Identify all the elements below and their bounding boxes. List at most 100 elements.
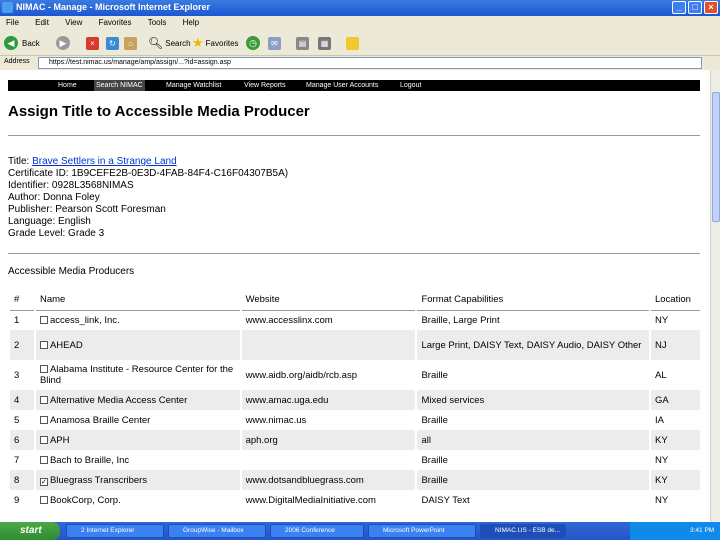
col-header-website: Website bbox=[239, 290, 417, 311]
menu-help[interactable]: Help bbox=[183, 16, 199, 30]
task-groupwise[interactable]: GroupWise - Mailbox bbox=[168, 524, 266, 538]
task-powerpoint[interactable]: Microsoft PowerPoint bbox=[368, 524, 476, 538]
print-button[interactable]: ▤ bbox=[296, 35, 309, 51]
favorites-button[interactable]: ★ Favorites bbox=[192, 35, 239, 51]
select-checkbox[interactable] bbox=[39, 340, 48, 349]
cell-num: 3 bbox=[8, 360, 35, 390]
menu-edit[interactable]: Edit bbox=[35, 16, 49, 30]
title-link[interactable]: Brave Settlers in a Strange Land bbox=[32, 156, 177, 167]
scrollbar-thumb[interactable] bbox=[712, 92, 720, 222]
address-label: Address bbox=[4, 58, 30, 65]
task-nimac[interactable]: NIMAC.US - ESB de... bbox=[480, 524, 566, 538]
minimize-button[interactable]: _ bbox=[672, 1, 686, 14]
cell-formats: Mixed services bbox=[415, 390, 650, 410]
table-row: 5 Anamosa Braille Center www.nimac.us Brail… bbox=[8, 410, 700, 430]
page-content: Home Search NIMAC Manage Watchlist View … bbox=[0, 70, 710, 522]
grade-level: Grade Level: Grade 3 bbox=[8, 228, 105, 239]
select-checkbox[interactable] bbox=[39, 365, 48, 373]
address-bar: Address https://test.nimac.us/manage/amp… bbox=[0, 56, 720, 70]
select-checkbox[interactable] bbox=[39, 315, 48, 324]
address-input[interactable]: https://test.nimac.us/manage/amp/assign/… bbox=[38, 57, 702, 69]
table-row: 3 Alabama Institute - Resource Center for… bbox=[8, 360, 700, 390]
cell-num: 6 bbox=[8, 430, 35, 450]
cell-num: 1 bbox=[8, 310, 35, 330]
cell-website: www.amac.uga.edu bbox=[239, 390, 417, 410]
col-header-num: # bbox=[8, 290, 35, 311]
nav-manage-watchlist[interactable]: Manage Watchlist bbox=[166, 80, 221, 91]
nav-view-reports[interactable]: View Reports bbox=[244, 80, 286, 91]
cell-location: NJ bbox=[648, 330, 700, 360]
divider bbox=[8, 253, 700, 254]
cell-location: AL bbox=[648, 360, 700, 390]
amp-name: Anamosa Braille Center bbox=[49, 414, 151, 426]
stop-button[interactable]: × bbox=[86, 35, 99, 51]
menu-favorites[interactable]: Favorites bbox=[99, 16, 132, 30]
select-checkbox[interactable] bbox=[39, 415, 48, 424]
home-button[interactable]: ⌂ bbox=[124, 35, 137, 51]
history-button[interactable]: ◷ bbox=[246, 35, 260, 51]
cell-location: NY bbox=[648, 310, 700, 330]
start-button[interactable]: start bbox=[0, 522, 60, 540]
edit-button[interactable]: ▦ bbox=[318, 35, 331, 51]
cell-website: www.aidb.org/aidb/rcb.asp bbox=[239, 360, 417, 390]
table-row: 8 ✓ Bluegrass Transcribers www.dotsandblueg… bbox=[8, 470, 700, 490]
amp-name: access_link, Inc. bbox=[49, 314, 120, 326]
select-checkbox[interactable] bbox=[39, 455, 48, 464]
nav-search-nimac[interactable]: Search NIMAC bbox=[94, 80, 145, 91]
close-button[interactable]: × bbox=[704, 1, 718, 14]
amp-name: Bach to Braille, Inc bbox=[49, 454, 130, 466]
stop-icon: × bbox=[86, 36, 99, 50]
cell-website: www.nimac.us bbox=[239, 410, 417, 430]
cell-name: Anamosa Braille Center bbox=[33, 410, 241, 430]
cell-num: 4 bbox=[8, 390, 35, 410]
maximize-button[interactable]: □ bbox=[688, 1, 702, 14]
folder-button[interactable] bbox=[346, 35, 359, 51]
cell-num: 9 bbox=[8, 490, 35, 510]
forward-button[interactable]: ▶ bbox=[56, 35, 70, 51]
amp-section-heading: Accessible Media Producers bbox=[8, 266, 135, 277]
search-button[interactable]: 🔍︎ Search bbox=[148, 35, 191, 51]
amp-name: Bluegrass Transcribers bbox=[49, 474, 148, 486]
nav-manage-user-accounts[interactable]: Manage User Accounts bbox=[306, 80, 378, 91]
title-line: Title: Brave Settlers in a Strange Land bbox=[8, 156, 177, 168]
select-checkbox[interactable]: ✓ bbox=[39, 477, 48, 486]
refresh-button[interactable]: ↻ bbox=[106, 35, 119, 51]
search-label: Search bbox=[165, 38, 191, 48]
system-tray: 3:41 PM bbox=[630, 522, 720, 540]
edit-icon: ▦ bbox=[318, 36, 331, 50]
cell-name: AHEAD bbox=[33, 330, 241, 360]
divider bbox=[8, 135, 700, 136]
task-conference[interactable]: 2006 Conference bbox=[270, 524, 364, 538]
cell-name: Alabama Institute - Resource Center for … bbox=[33, 360, 241, 390]
col-header-name: Name bbox=[33, 290, 241, 311]
cell-formats: Braille bbox=[415, 410, 650, 430]
amp-name: BookCorp, Corp. bbox=[49, 494, 121, 506]
address-url: https://test.nimac.us/manage/amp/assign/… bbox=[49, 59, 231, 66]
amp-name: AHEAD bbox=[49, 339, 83, 351]
refresh-icon: ↻ bbox=[106, 36, 119, 50]
back-arrow-icon: ◀ bbox=[4, 36, 18, 50]
menu-file[interactable]: File bbox=[6, 16, 19, 30]
select-checkbox[interactable] bbox=[39, 395, 48, 404]
cell-name: access_link, Inc. bbox=[33, 310, 241, 330]
col-header-location: Location bbox=[648, 290, 700, 311]
nav-home[interactable]: Home bbox=[58, 80, 77, 91]
cell-formats: Braille bbox=[415, 470, 650, 490]
menu-bar: File Edit View Favorites Tools Help bbox=[0, 16, 720, 30]
taskbar: start 2 Internet Explorer GroupWise - Ma… bbox=[0, 522, 720, 540]
menu-tools[interactable]: Tools bbox=[148, 16, 167, 30]
mail-button[interactable]: ✉ bbox=[268, 35, 281, 51]
table-header-row: # Name Website Format Capabilities Locat… bbox=[8, 290, 700, 311]
cell-location: GA bbox=[648, 390, 700, 410]
toolbar: ◀ Back ▶ × ↻ ⌂ 🔍︎ Search ★ Favorites ◷ ✉… bbox=[0, 30, 720, 56]
vertical-scrollbar[interactable] bbox=[710, 70, 720, 522]
select-checkbox[interactable] bbox=[39, 435, 48, 444]
cell-name: Alternative Media Access Center bbox=[33, 390, 241, 410]
identifier: Identifier: 0928L3568NIMAS bbox=[8, 180, 134, 191]
back-button[interactable]: ◀ Back bbox=[4, 35, 40, 51]
menu-view[interactable]: View bbox=[65, 16, 82, 30]
task-internet-explorer[interactable]: 2 Internet Explorer bbox=[66, 524, 164, 538]
home-icon: ⌂ bbox=[124, 36, 137, 50]
nav-logout[interactable]: Logout bbox=[400, 80, 421, 91]
select-checkbox[interactable] bbox=[39, 495, 48, 504]
